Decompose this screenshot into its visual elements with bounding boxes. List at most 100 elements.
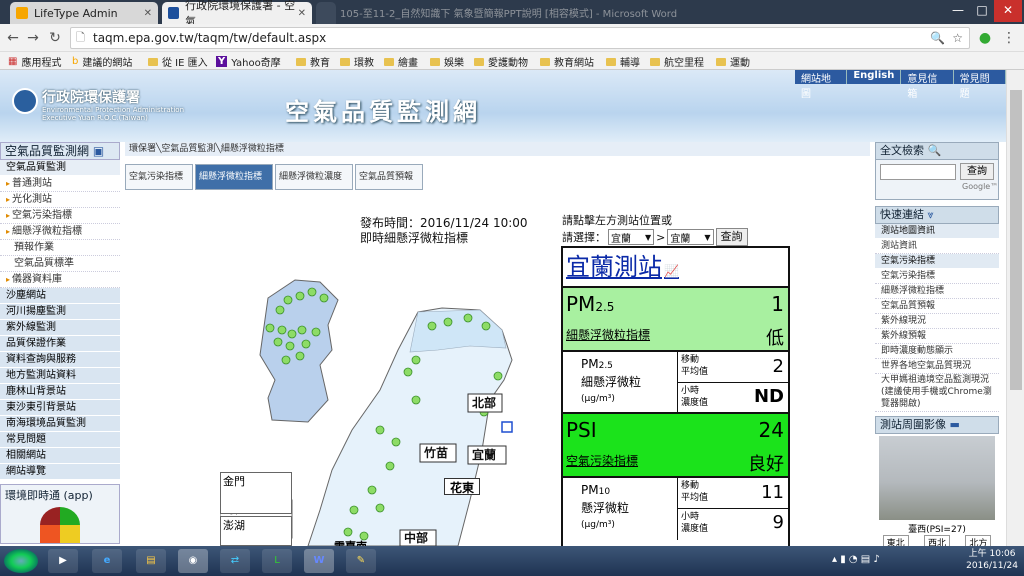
quick-link[interactable]: 即時濃度動態顯示 [875, 344, 999, 359]
region-label-yilan: 宜蘭 [472, 447, 496, 462]
vertical-scrollbar[interactable] [1006, 70, 1024, 546]
maximize-icon[interactable]: □ [968, 0, 996, 22]
bookmark-item[interactable]: 輔導 [606, 54, 640, 69]
close-icon[interactable]: ✕ [144, 8, 152, 19]
quick-link[interactable]: 紫外線預報 [875, 329, 999, 344]
leftnav-main-item[interactable]: 南海環境品質監測 [0, 416, 120, 432]
new-tab-button[interactable] [316, 2, 336, 24]
quick-group[interactable]: 空氣污染指標 [875, 254, 999, 269]
leftnav-subitem[interactable]: 空氣品質標準 [0, 256, 120, 272]
zoom-icon[interactable]: 🔍 [930, 28, 945, 48]
sitemap-link[interactable]: 網站地圖 [795, 70, 848, 100]
kinmen-inset[interactable]: 金門 [220, 472, 292, 514]
chrome-icon[interactable]: ◉ [178, 549, 208, 573]
leftnav-item[interactable]: ▸ 光化測站 [0, 192, 120, 208]
quick-link[interactable]: 大甲媽祖遶境空品監測現況(建議使用手機或Chrome瀏覽器開啟) [875, 374, 999, 412]
station-name[interactable]: 宜蘭測站 📈 [563, 248, 788, 288]
query-button[interactable]: 查詢 [715, 228, 748, 246]
leftnav-item[interactable]: ▸ 儀器資料庫 [0, 272, 120, 288]
bookmark-item[interactable]: 運動 [716, 54, 750, 69]
penghu-inset[interactable]: 澎湖 [220, 516, 292, 546]
bookmark-item[interactable]: 環教 [340, 54, 374, 69]
quick-link[interactable]: 世界各地空氣品質現況 [875, 359, 999, 374]
bookmark-apps[interactable]: ▦ 應用程式 [8, 54, 61, 69]
tab-epa[interactable]: 行政院環境保護署 - 空氣 ✕ [162, 0, 312, 28]
english-link[interactable]: English [847, 70, 902, 84]
pm25-index-link[interactable]: 細懸浮微粒指標 [566, 326, 650, 343]
station-select[interactable]: 宜蘭 ▼ [667, 229, 714, 245]
search-button[interactable]: 查詢 [960, 163, 994, 180]
leftnav-main-item[interactable]: 資料查詢與服務 [0, 352, 120, 368]
leftnav-main-item[interactable]: 常見問題 [0, 432, 120, 448]
tab-forecast[interactable]: 空氣品質預報 [355, 164, 423, 190]
star-icon[interactable]: ☆ [952, 28, 963, 48]
quick-link[interactable]: 測站資訊 [875, 239, 999, 254]
leftnav-item[interactable]: ▸ 空氣污染指標 [0, 208, 120, 224]
tab-pm25-index[interactable]: 細懸浮微粒指標 [195, 164, 273, 190]
tray-icons[interactable]: ▴ ▮ ◔ ▤ ♪ [832, 554, 880, 565]
leftnav-main-item[interactable]: 紫外線監測 [0, 320, 120, 336]
reload-icon[interactable]: ↻ [46, 29, 64, 47]
bookmark-item[interactable]: Y Yahoo奇摩 [216, 54, 281, 69]
camera-dir-button[interactable]: 西北 [923, 535, 950, 546]
leftnav-main-item[interactable]: 沙塵網站 [0, 288, 120, 304]
camera-dir-button[interactable]: 北方 [965, 535, 992, 546]
leftnav-item[interactable]: ▸ 細懸浮微粒指標 [0, 224, 120, 240]
arrow-icon: ▸ [6, 227, 11, 236]
bookmark-item[interactable]: 航空里程 [650, 54, 704, 69]
leftnav-subitem[interactable]: 預報作業 [0, 240, 120, 256]
back-icon[interactable]: ← [4, 29, 22, 47]
tab-lifetype[interactable]: LifeType Admin ✕ [10, 2, 158, 24]
bookmark-item[interactable]: 教育網站 [540, 54, 594, 69]
media-player-icon[interactable]: ▶ [48, 549, 78, 573]
forward-icon[interactable]: → [24, 29, 42, 47]
clock[interactable]: 上午 10:06 2016/11/24 [966, 548, 1018, 572]
tab-psi[interactable]: 空氣污染指標 [125, 164, 193, 190]
leftnav-main-item[interactable]: 鹿林山背景站 [0, 384, 120, 400]
psi-link[interactable]: 空氣污染指標 [566, 452, 638, 469]
pen-tool-icon[interactable]: ✎ [346, 549, 376, 573]
quick-link[interactable]: 空氣品質預報 [875, 299, 999, 314]
url-input[interactable]: 🗋 taqm.epa.gov.tw/taqm/tw/default.aspx 🔍… [70, 27, 970, 49]
leftnav-main-item[interactable]: 河川揚塵監測 [0, 304, 120, 320]
ie-icon[interactable]: e [92, 549, 122, 573]
explorer-folder-icon[interactable]: ▤ [136, 549, 166, 573]
breadcrumb[interactable]: 環保署╲空氣品質監測╲細懸浮微粒指標 [125, 142, 870, 156]
leftnav-section[interactable]: 空氣品質監測 [0, 160, 120, 176]
extension-icon[interactable]: ● [976, 29, 994, 47]
scrollbar-thumb[interactable] [1010, 90, 1022, 390]
tab-pm25-concentration[interactable]: 細懸浮微粒濃度 [275, 164, 353, 190]
bookmark-item[interactable]: 從 IE 匯入 [148, 54, 208, 69]
leftnav-main-item[interactable]: 相關網站 [0, 448, 120, 464]
quick-link[interactable]: 紫外線現況 [875, 314, 999, 329]
quick-link[interactable]: 空氣污染指標 [875, 269, 999, 284]
camera-dir-button[interactable]: 東北 [882, 535, 909, 546]
menu-icon[interactable]: ⋮ [1000, 29, 1018, 47]
quick-link[interactable]: 細懸浮微粒指標 [875, 284, 999, 299]
bookmark-item[interactable]: 愛護動物 [474, 54, 528, 69]
close-icon[interactable]: ✕ [298, 8, 306, 19]
bookmark-item[interactable]: b 建議的網站 [72, 54, 132, 69]
dropdown-icon: ▼ [704, 232, 711, 242]
bookmark-item[interactable]: 教育 [296, 54, 330, 69]
leftnav-main-item[interactable]: 品質保證作業 [0, 336, 120, 352]
line-icon[interactable]: L [262, 549, 292, 573]
county-select[interactable]: 宜蘭 ▼ [608, 229, 655, 245]
bookmark-item[interactable]: 繪畫 [384, 54, 418, 69]
bookmark-item[interactable]: 娛樂 [430, 54, 464, 69]
faq-link[interactable]: 常見問題 [954, 70, 1006, 100]
quick-group[interactable]: 測站地圖資訊 [875, 224, 999, 239]
teamviewer-icon[interactable]: ⇄ [220, 549, 250, 573]
search-input[interactable] [880, 164, 956, 180]
close-window-icon[interactable]: ✕ [994, 0, 1022, 22]
leftnav-main-item[interactable]: 網站導覽 [0, 464, 120, 480]
app-gauge-icon[interactable] [40, 507, 80, 543]
start-button-icon[interactable] [4, 549, 38, 573]
leftnav-main-item[interactable]: 東沙東引背景站 [0, 400, 120, 416]
camera-image[interactable] [879, 436, 995, 520]
word-icon[interactable]: W [304, 549, 334, 573]
top-links: 網站地圖 English 意見信箱 常見問題 [795, 70, 1006, 100]
leftnav-item[interactable]: ▸ 普通測站 [0, 176, 120, 192]
feedback-link[interactable]: 意見信箱 [901, 70, 954, 100]
leftnav-main-item[interactable]: 地方監測站資料 [0, 368, 120, 384]
